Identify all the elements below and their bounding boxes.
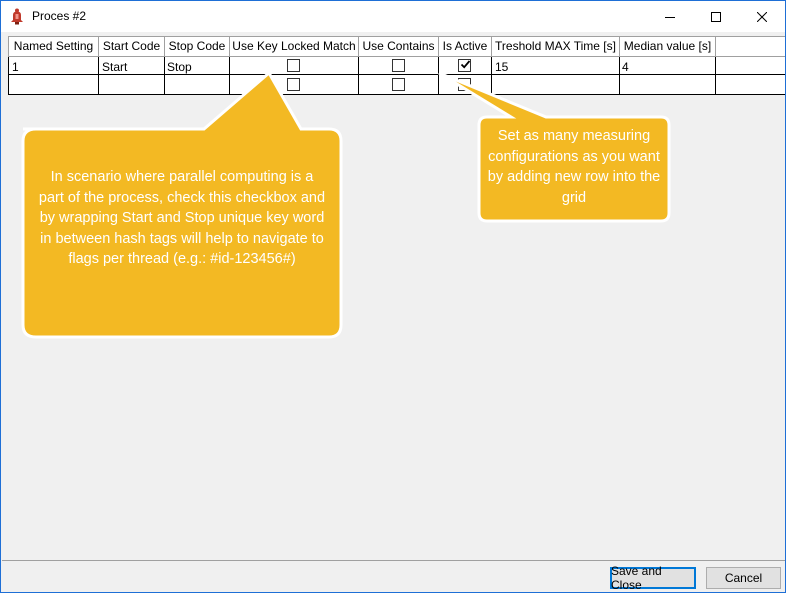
- cell-start-code[interactable]: Start: [102, 58, 162, 76]
- cell-threshold[interactable]: [495, 76, 615, 94]
- cell-stop-code[interactable]: Stop: [167, 58, 227, 76]
- cell-stop-code[interactable]: [167, 76, 227, 94]
- column-header-median-value[interactable]: Median value [s]: [620, 36, 715, 56]
- cell-median[interactable]: [622, 76, 712, 94]
- save-and-close-button[interactable]: Save and Close: [610, 564, 696, 592]
- use-key-locked-match-checkbox[interactable]: [287, 78, 300, 91]
- use-contains-checkbox[interactable]: [392, 59, 405, 72]
- column-header-use-contains[interactable]: Use Contains: [359, 36, 438, 56]
- use-contains-checkbox[interactable]: [392, 78, 405, 91]
- column-header-start-code[interactable]: Start Code: [99, 36, 164, 56]
- cell-median[interactable]: 4: [622, 58, 712, 76]
- use-key-locked-match-checkbox[interactable]: [287, 59, 300, 72]
- cell-named-setting[interactable]: [12, 76, 96, 94]
- window: Proces #2 Named Setting Start Code Stop …: [0, 0, 786, 593]
- checkmark-icon: [460, 60, 471, 69]
- right-callout-text: Set as many measuring configurations as …: [487, 128, 661, 206]
- cell-threshold[interactable]: 15: [495, 58, 615, 76]
- column-header-is-active[interactable]: Is Active: [439, 36, 491, 56]
- is-active-checkbox[interactable]: [458, 78, 471, 91]
- column-header-threshold-max-time[interactable]: Treshold MAX Time [s]: [492, 36, 619, 56]
- column-header-use-key-locked-match[interactable]: Use Key Locked Match: [230, 36, 358, 56]
- column-header-named-setting[interactable]: Named Setting: [9, 36, 98, 56]
- column-header-stop-code[interactable]: Stop Code: [165, 36, 229, 56]
- is-active-checkbox[interactable]: [458, 59, 471, 72]
- cancel-button[interactable]: Cancel: [706, 567, 781, 589]
- left-callout-text: In scenario where parallel computing is …: [38, 169, 326, 267]
- footer-divider: [2, 560, 785, 561]
- cell-named-setting[interactable]: 1: [12, 58, 96, 76]
- cell-start-code[interactable]: [102, 76, 162, 94]
